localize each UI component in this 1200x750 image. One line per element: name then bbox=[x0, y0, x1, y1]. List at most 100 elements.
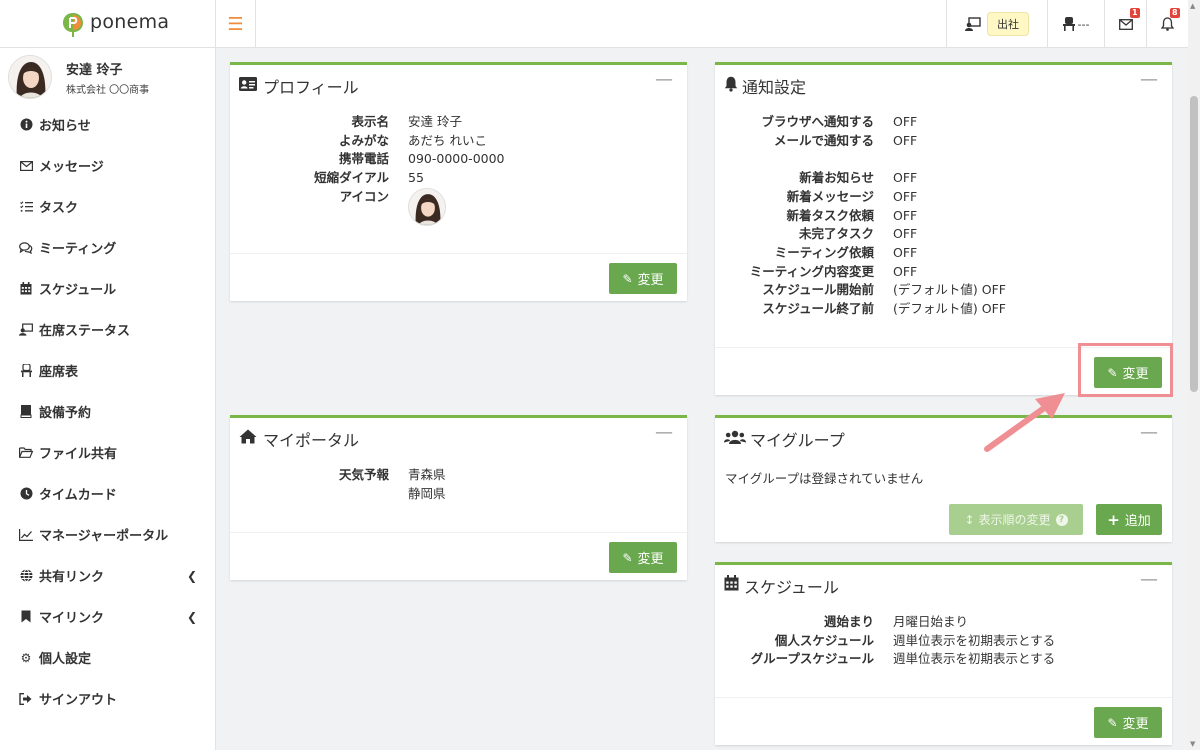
add-group-button[interactable]: + 追加 bbox=[1096, 504, 1162, 535]
edit-schedule-button[interactable]: ✎ 変更 bbox=[1094, 707, 1162, 738]
field-label: 個人スケジュール bbox=[774, 632, 874, 648]
minimize-icon[interactable]: — bbox=[655, 69, 673, 90]
brand[interactable]: ponema bbox=[0, 0, 216, 48]
field-value: OFF bbox=[893, 263, 918, 279]
minimize-icon[interactable]: — bbox=[655, 422, 673, 443]
chevron-left-icon[interactable]: ❮ bbox=[187, 610, 197, 624]
signout-icon bbox=[19, 692, 33, 706]
page-scrollbar[interactable]: ▲ ▼ bbox=[1188, 0, 1200, 750]
edit-portal-button[interactable]: ✎ 変更 bbox=[609, 542, 677, 573]
profile-avatar bbox=[408, 188, 446, 226]
info-icon bbox=[19, 118, 33, 132]
sidebar-item-messages[interactable]: メッセージ bbox=[0, 145, 215, 186]
user-company: 株式会社 〇〇商事 bbox=[66, 85, 150, 96]
scroll-down-icon[interactable]: ▼ bbox=[1190, 740, 1195, 748]
sidebar-item-shared-links[interactable]: 共有リンク ❮ bbox=[0, 555, 215, 596]
button-label: 変更 bbox=[637, 273, 664, 288]
field-value: OFF bbox=[893, 226, 918, 242]
field-value: 090-0000-0000 bbox=[408, 151, 505, 167]
sidebar-item-tasks[interactable]: タスク bbox=[0, 186, 215, 227]
clock-icon bbox=[19, 487, 33, 501]
sidebar-item-manager-portal[interactable]: マネージャーポータル bbox=[0, 514, 215, 555]
field-label: スケジュール終了前 bbox=[762, 301, 874, 316]
minimize-icon[interactable]: — bbox=[1140, 569, 1158, 590]
sidebar-item-files[interactable]: ファイル共有 bbox=[0, 432, 215, 473]
my-group-card: マイグループ — マイグループは登録されていません ↕ 表示順の変更 ? + 追… bbox=[715, 415, 1172, 542]
card-header: スケジュール — bbox=[715, 565, 1172, 603]
card-title: 通知設定 bbox=[742, 78, 807, 97]
chart-icon bbox=[19, 528, 33, 542]
field-value: (デフォルト値) OFF bbox=[893, 301, 1006, 316]
minimize-icon[interactable]: — bbox=[1140, 422, 1158, 443]
sidebar-item-label: タスク bbox=[39, 201, 79, 216]
pointer-arrow-icon bbox=[984, 393, 1065, 452]
field-value: OFF bbox=[893, 132, 918, 148]
button-label: 変更 bbox=[1122, 717, 1149, 732]
card-header: マイグループ — bbox=[715, 418, 1172, 456]
sidebar-item-label: 在席ステータス bbox=[39, 324, 131, 339]
field-value: (デフォルト値) OFF bbox=[893, 282, 1006, 298]
user-profile[interactable]: 安達 玲子 株式会社 〇〇商事 bbox=[8, 55, 208, 101]
card-title: プロフィール bbox=[263, 78, 359, 97]
sidebar-item-label: 個人設定 bbox=[39, 652, 92, 667]
sidebar-item-label: メッセージ bbox=[39, 160, 104, 175]
seat-button[interactable]: --- bbox=[1047, 0, 1104, 48]
change-order-button[interactable]: ↕ 表示順の変更 ? bbox=[949, 504, 1083, 535]
highlight-box bbox=[1078, 343, 1173, 397]
chevron-left-icon[interactable]: ❮ bbox=[187, 569, 197, 583]
card-header: マイポータル — bbox=[230, 418, 687, 456]
card-title: マイグループ bbox=[750, 431, 845, 450]
messages-button[interactable]: 1 bbox=[1104, 0, 1146, 48]
field-label: ミーティング内容変更 bbox=[749, 263, 874, 279]
brand-name: ponema bbox=[90, 11, 170, 33]
edit-icon: ✎ bbox=[1107, 715, 1118, 730]
bookmark-icon bbox=[19, 610, 33, 624]
sidebar-item-signout[interactable]: サインアウト bbox=[0, 678, 215, 719]
scroll-up-icon[interactable]: ▲ bbox=[1190, 2, 1195, 10]
globe-icon bbox=[19, 569, 33, 583]
card-header: プロフィール — bbox=[230, 65, 687, 103]
sidebar-item-facility[interactable]: 設備予約 bbox=[0, 391, 215, 432]
sidebar-item-label: マネージャーポータル bbox=[39, 529, 169, 544]
card-header: 通知設定 — bbox=[715, 65, 1172, 103]
presence-icon bbox=[965, 17, 981, 31]
field-value: 55 bbox=[408, 170, 424, 186]
notifications-button[interactable]: 8 bbox=[1146, 0, 1188, 48]
calendar-icon bbox=[724, 575, 739, 591]
field-value: 週単位表示を初期表示とする bbox=[893, 632, 1056, 648]
minimize-icon[interactable]: — bbox=[1140, 69, 1158, 90]
field-label: 携帯電話 bbox=[338, 151, 389, 167]
sidebar-item-meetings[interactable]: ミーティング bbox=[0, 227, 215, 268]
sidebar-item-seating[interactable]: 座席表 bbox=[0, 350, 215, 391]
edit-profile-button[interactable]: ✎ 変更 bbox=[609, 263, 677, 294]
button-label: 表示順の変更 bbox=[978, 513, 1051, 527]
sidebar-item-label: 共有リンク bbox=[39, 570, 105, 585]
field-value: 週単位表示を初期表示とする bbox=[893, 651, 1056, 667]
empty-group-message: マイグループは登録されていません bbox=[725, 471, 924, 486]
field-value: OFF bbox=[893, 207, 918, 223]
chair-icon bbox=[19, 364, 33, 378]
sidebar-item-label: 設備予約 bbox=[39, 406, 92, 421]
seat-label: --- bbox=[1077, 17, 1090, 31]
brand-logo-icon bbox=[63, 13, 83, 37]
presence-status-button[interactable]: 出社 bbox=[946, 0, 1047, 48]
scroll-thumb[interactable] bbox=[1190, 96, 1198, 392]
sidebar-item-presence[interactable]: 在席ステータス bbox=[0, 309, 215, 350]
sidebar-item-schedule[interactable]: スケジュール bbox=[0, 268, 215, 309]
bell-icon bbox=[1161, 17, 1174, 31]
chat-icon bbox=[19, 241, 33, 255]
sidebar-item-timecard[interactable]: タイムカード bbox=[0, 473, 215, 514]
sidebar-item-label: ファイル共有 bbox=[39, 447, 118, 462]
sidebar-item-label: サインアウト bbox=[39, 693, 118, 708]
menu-toggle-icon[interactable]: ☰ bbox=[216, 0, 256, 48]
sidebar: 安達 玲子 株式会社 〇〇商事 お知らせ メッセージ タスク ミーティング スケ… bbox=[0, 48, 216, 750]
field-value: OFF bbox=[893, 188, 918, 204]
sidebar-item-my-links[interactable]: マイリンク ❮ bbox=[0, 596, 215, 637]
sidebar-item-notices[interactable]: お知らせ bbox=[0, 104, 215, 145]
card-title: マイポータル bbox=[263, 431, 360, 450]
button-label: 追加 bbox=[1124, 514, 1151, 529]
avatar bbox=[8, 55, 52, 99]
sidebar-item-personal-settings[interactable]: ⚙ 個人設定 bbox=[0, 637, 215, 678]
field-value: 安達 玲子 bbox=[408, 114, 462, 129]
sidebar-item-label: タイムカード bbox=[39, 488, 117, 503]
